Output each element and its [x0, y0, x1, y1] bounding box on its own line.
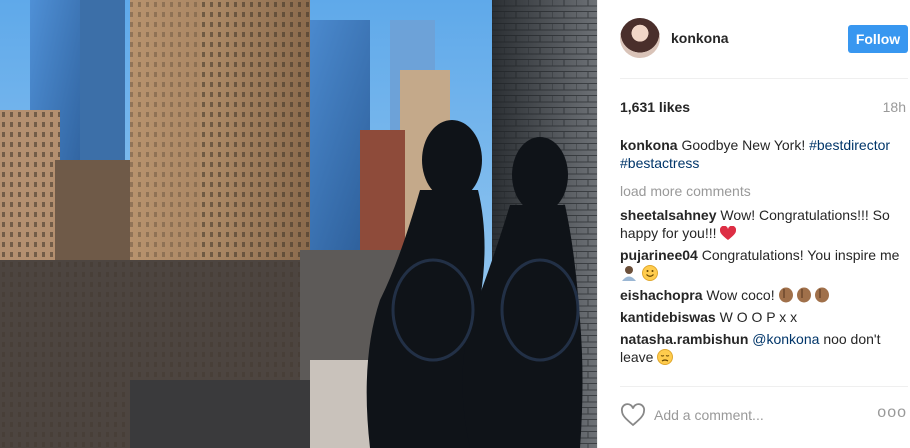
comment-text: Congratulations! You inspire me — [701, 247, 900, 263]
person-icon — [622, 266, 636, 281]
username[interactable]: konkona — [671, 30, 729, 46]
comment-user[interactable]: natasha.rambishun — [620, 331, 748, 347]
post-photo[interactable] — [0, 0, 597, 448]
mention-link[interactable]: @konkona — [752, 331, 819, 347]
follow-button[interactable]: Follow — [848, 25, 908, 53]
smile-icon — [641, 265, 658, 281]
comment-item: natasha.rambishun @konkona noo don't lea… — [620, 330, 900, 366]
post-time[interactable]: 18h — [883, 99, 906, 115]
comment-user[interactable]: eishachopra — [620, 287, 702, 303]
header-divider — [620, 78, 908, 79]
comment-item: pujarinee04 Congratulations! You inspire… — [620, 246, 900, 282]
sad-face-icon — [657, 349, 674, 365]
comment-text: W O O P x x — [719, 309, 798, 325]
post-details: konkona Follow 1,631 likes 18h konkona G… — [597, 0, 910, 448]
caption-text: Goodbye New York! — [681, 137, 806, 153]
hashtag-bestdirector[interactable]: #bestdirector — [809, 137, 890, 153]
clap-icon — [779, 287, 830, 303]
hashtag-bestactress[interactable]: #bestactress — [620, 155, 699, 171]
like-heart-icon[interactable] — [620, 403, 646, 427]
add-comment-input[interactable]: Add a comment... — [654, 407, 764, 423]
comment-user[interactable]: sheetalsahney — [620, 207, 717, 223]
avatar[interactable] — [620, 18, 660, 58]
caption: konkona Goodbye New York! #bestdirector … — [620, 136, 900, 172]
photo-image — [0, 0, 597, 448]
more-options-icon[interactable]: ooo — [877, 404, 907, 422]
caption-user[interactable]: konkona — [620, 137, 678, 153]
comment-bar: Add a comment... ooo — [598, 386, 910, 448]
comments-list: konkona Goodbye New York! #bestdirector … — [620, 136, 900, 370]
load-more-comments[interactable]: load more comments — [620, 182, 900, 200]
post-header: konkona Follow — [598, 0, 910, 78]
comment-text: Wow coco! — [706, 287, 775, 303]
heart-icon — [720, 226, 737, 240]
comment-user[interactable]: pujarinee04 — [620, 247, 698, 263]
comment-item: kantidebiswas W O O P x x — [620, 308, 900, 326]
comment-item: sheetalsahney Wow! Congratulations!!! So… — [620, 206, 900, 242]
comment-user[interactable]: kantidebiswas — [620, 309, 716, 325]
likes-count[interactable]: 1,631 likes — [620, 99, 690, 115]
comment-item: eishachopra Wow coco! — [620, 286, 900, 304]
